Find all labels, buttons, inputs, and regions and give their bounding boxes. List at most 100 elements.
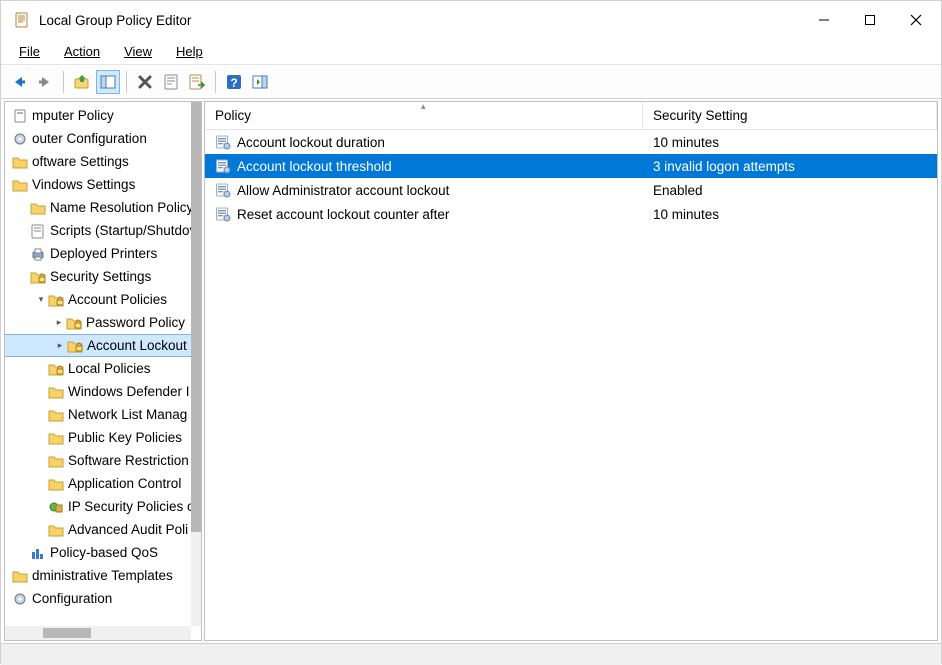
tree-expander-icon[interactable] [35, 524, 47, 536]
tree-item[interactable]: dministrative Templates [4, 564, 202, 587]
menu-action[interactable]: Action [52, 41, 112, 62]
tree-expander-icon[interactable] [35, 432, 47, 444]
toolbar-forward-button[interactable] [33, 70, 57, 94]
column-header-setting[interactable]: Security Setting [643, 102, 937, 129]
tree-item[interactable]: mputer Policy [4, 104, 202, 127]
policy-row[interactable]: Account lockout threshold3 invalid logon… [205, 154, 937, 178]
tree-expander-icon[interactable] [17, 271, 29, 283]
tree-expander-icon[interactable] [4, 133, 11, 145]
tree-item[interactable]: ▾Account Policies [4, 288, 202, 311]
tree-expander-icon[interactable]: ▸ [53, 317, 65, 329]
tree-expander-icon[interactable] [4, 593, 11, 605]
tree-item[interactable]: oftware Settings [4, 150, 202, 173]
menu-help-label: Help [176, 44, 203, 59]
menu-view[interactable]: View [112, 41, 164, 62]
policy-name: Allow Administrator account lockout [237, 183, 449, 198]
tree-expander-icon[interactable] [35, 455, 47, 467]
properties-icon [162, 73, 180, 91]
tree-item[interactable]: Name Resolution Policy [4, 196, 202, 219]
tree-expander-icon[interactable]: ▸ [54, 340, 66, 352]
tree-item[interactable]: Security Settings [4, 265, 202, 288]
tree-item[interactable]: Local Policies [4, 357, 202, 380]
policy-setting: Enabled [643, 181, 937, 200]
tree-item-label: Public Key Policies [68, 430, 182, 445]
tree-item[interactable]: Vindows Settings [4, 173, 202, 196]
toolbar-back-button[interactable] [7, 70, 31, 94]
gear-icon [12, 591, 28, 607]
lockf-icon [66, 315, 82, 331]
tree-expander-icon[interactable] [17, 547, 29, 559]
tree-expander-icon[interactable]: ▾ [35, 294, 47, 306]
tree-expander-icon[interactable] [4, 179, 11, 191]
menu-bar: File Action View Help [1, 39, 941, 65]
tree-expander-icon[interactable] [35, 501, 47, 513]
sort-indicator-icon: ▴ [421, 101, 426, 112]
scrollbar-thumb[interactable] [43, 628, 91, 638]
tree-item[interactable]: Network List Manag [4, 403, 202, 426]
toolbar-help-button[interactable]: ? [222, 70, 246, 94]
toolbar-delete-button[interactable] [133, 70, 157, 94]
export-list-icon [188, 73, 206, 91]
tree-item[interactable]: Deployed Printers [4, 242, 202, 265]
tree-item-label: Policy-based QoS [50, 545, 158, 560]
policy-icon [12, 108, 28, 124]
menu-file[interactable]: File [7, 41, 52, 62]
scrollbar-thumb[interactable] [191, 102, 201, 532]
tree-vertical-scrollbar[interactable] [191, 102, 201, 626]
tree-expander-icon[interactable] [4, 156, 11, 168]
tree-item-label: Security Settings [50, 269, 151, 284]
close-button[interactable] [893, 4, 939, 36]
tree-pane-icon [99, 73, 117, 91]
tree-expander-icon[interactable] [4, 570, 11, 582]
toolbar-export-button[interactable] [185, 70, 209, 94]
tree-expander-icon[interactable] [17, 248, 29, 260]
delete-icon [136, 73, 154, 91]
tree-item[interactable]: Policy-based QoS [4, 541, 202, 564]
tree-item[interactable]: Scripts (Startup/Shutdov [4, 219, 202, 242]
tree-item[interactable]: Configuration [4, 587, 202, 610]
list-header: Policy Security Setting [205, 102, 937, 130]
script-icon [30, 223, 46, 239]
tree-item[interactable]: outer Configuration [4, 127, 202, 150]
arrow-left-icon [10, 73, 28, 91]
policy-row[interactable]: Account lockout duration10 minutes [205, 130, 937, 154]
qos-icon [30, 545, 46, 561]
close-icon [910, 14, 922, 26]
tree-expander-icon[interactable] [35, 386, 47, 398]
tree-item[interactable]: ▸Account Lockout [4, 334, 202, 357]
maximize-button[interactable] [847, 4, 893, 36]
tree-item[interactable]: ▸Password Policy [4, 311, 202, 334]
tree-horizontal-scrollbar[interactable] [5, 626, 191, 640]
policy-name: Account lockout duration [237, 135, 385, 150]
tree-item[interactable]: Software Restriction [4, 449, 202, 472]
tree-expander-icon[interactable] [35, 363, 47, 375]
tree-item[interactable]: IP Security Policies o [4, 495, 202, 518]
tree-expander-icon[interactable] [17, 225, 29, 237]
tree-view[interactable]: mputer Policyouter Configurationoftware … [4, 102, 202, 612]
menu-file-label: File [19, 44, 40, 59]
tree-expander-icon[interactable] [17, 202, 29, 214]
tree-expander-icon[interactable] [35, 409, 47, 421]
folder-up-icon [73, 73, 91, 91]
minimize-icon [818, 14, 830, 26]
tree-expander-icon[interactable] [35, 478, 47, 490]
menu-help[interactable]: Help [164, 41, 215, 62]
list-body: Account lockout duration10 minutesAccoun… [205, 130, 937, 226]
toolbar-tree-button[interactable] [96, 70, 120, 94]
folder-icon [48, 430, 64, 446]
toolbar-properties-button[interactable] [159, 70, 183, 94]
menu-view-label: View [124, 44, 152, 59]
toolbar-up-button[interactable] [70, 70, 94, 94]
tree-item[interactable]: Public Key Policies [4, 426, 202, 449]
tree-item-label: dministrative Templates [32, 568, 173, 583]
tree-expander-icon[interactable] [4, 110, 11, 122]
minimize-button[interactable] [801, 4, 847, 36]
tree-item[interactable]: Advanced Audit Poli [4, 518, 202, 541]
gear-icon [12, 131, 28, 147]
toolbar-action-pane-button[interactable] [248, 70, 272, 94]
tree-item[interactable]: Application Control [4, 472, 202, 495]
policy-row[interactable]: Reset account lockout counter after10 mi… [205, 202, 937, 226]
policy-row[interactable]: Allow Administrator account lockout Enabl… [205, 178, 937, 202]
tree-item[interactable]: Windows Defender I [4, 380, 202, 403]
tree-item-label: Name Resolution Policy [50, 200, 193, 215]
